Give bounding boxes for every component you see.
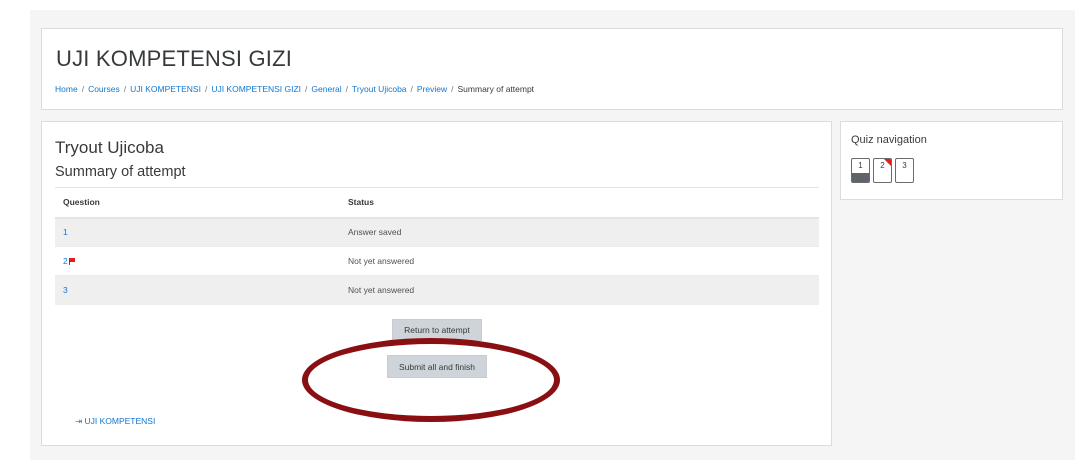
table-header-row: Question Status bbox=[55, 187, 819, 219]
flag-icon bbox=[68, 258, 75, 265]
breadcrumb-courses[interactable]: Courses bbox=[88, 84, 120, 94]
status-cell: Not yet answered bbox=[348, 246, 819, 276]
answered-indicator bbox=[852, 173, 869, 182]
question-cell: 1 bbox=[55, 217, 348, 247]
question-link-2[interactable]: 2 bbox=[63, 256, 68, 266]
quiz-name: Tryout Ujicoba bbox=[55, 138, 164, 157]
breadcrumb-separator: / bbox=[123, 84, 127, 94]
breadcrumb-separator: / bbox=[410, 84, 413, 94]
column-header-question: Question bbox=[55, 187, 348, 219]
back-to-course-link[interactable]: ⇥ UJI KOMPETENSI bbox=[75, 416, 155, 427]
quiz-navigation-block: Quiz navigation 1 2 3 bbox=[840, 121, 1063, 200]
table-row: 3 Not yet answered bbox=[55, 275, 819, 305]
breadcrumb-general[interactable]: General bbox=[311, 84, 341, 94]
breadcrumb: Home / Courses / UJI KOMPETENSI / UJI KOMPETEN… bbox=[55, 84, 534, 94]
breadcrumb-uji-kompetensi[interactable]: UJI KOMPETENSI bbox=[130, 84, 201, 94]
status-cell: Not yet answered bbox=[348, 275, 819, 305]
question-link-1[interactable]: 1 bbox=[63, 227, 68, 237]
highlight-ellipse bbox=[302, 338, 560, 422]
status-cell: Answer saved bbox=[348, 217, 819, 247]
back-link-label: UJI KOMPETENSI bbox=[84, 416, 156, 426]
table-row: 1 Answer saved bbox=[55, 217, 819, 247]
column-header-status: Status bbox=[348, 187, 819, 219]
breadcrumb-tryout-ujicoba[interactable]: Tryout Ujicoba bbox=[352, 84, 406, 94]
breadcrumb-separator: / bbox=[345, 84, 349, 94]
breadcrumb-uji-kompetensi-gizi[interactable]: UJI KOMPETENSI GIZI bbox=[211, 84, 301, 94]
flag-corner-icon bbox=[884, 159, 891, 166]
breadcrumb-preview[interactable]: Preview bbox=[417, 84, 447, 94]
breadcrumb-home[interactable]: Home bbox=[55, 84, 78, 94]
quiz-nav-button-3[interactable]: 3 bbox=[895, 158, 914, 183]
arrow-right-to-bar-icon: ⇥ bbox=[75, 416, 83, 426]
quiz-nav-button-1[interactable]: 1 bbox=[851, 158, 870, 183]
breadcrumb-current: Summary of attempt bbox=[457, 84, 535, 94]
question-cell: 3 bbox=[55, 275, 348, 305]
breadcrumb-separator: / bbox=[81, 84, 85, 94]
quiz-nav-number: 3 bbox=[902, 161, 907, 170]
quiz-nav-button-2[interactable]: 2 bbox=[873, 158, 892, 183]
breadcrumb-separator: / bbox=[451, 84, 454, 94]
summary-table: Question Status 1 Answer saved 2 Not yet… bbox=[55, 187, 819, 305]
quiz-nav-number: 1 bbox=[858, 161, 863, 170]
page-header: UJI KOMPETENSI GIZI Home / Courses / UJI KOM… bbox=[41, 28, 1063, 110]
page-title: UJI KOMPETENSI GIZI bbox=[56, 46, 293, 71]
summary-heading: Summary of attempt bbox=[55, 164, 186, 180]
breadcrumb-separator: / bbox=[204, 84, 208, 94]
table-row: 2 Not yet answered bbox=[55, 246, 819, 276]
quiz-navigation-title: Quiz navigation bbox=[851, 134, 927, 146]
question-cell: 2 bbox=[55, 246, 348, 276]
breadcrumb-separator: / bbox=[305, 84, 308, 94]
question-link-3[interactable]: 3 bbox=[63, 285, 68, 295]
